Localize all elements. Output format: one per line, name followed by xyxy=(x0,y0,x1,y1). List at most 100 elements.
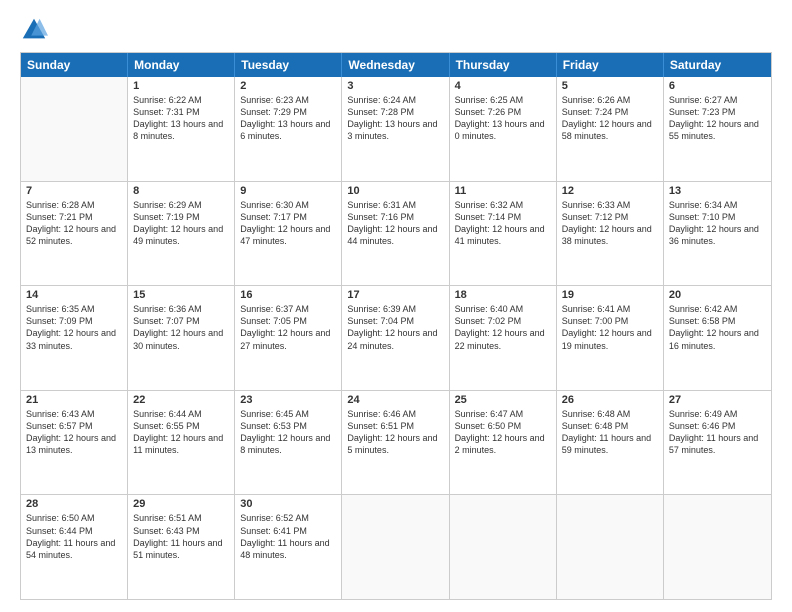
day-number: 11 xyxy=(455,185,551,197)
calendar-day-header: Friday xyxy=(557,53,664,77)
calendar-cell: 26Sunrise: 6:48 AMSunset: 6:48 PMDayligh… xyxy=(557,391,664,495)
day-number: 9 xyxy=(240,185,336,197)
cell-info: Sunrise: 6:36 AMSunset: 7:07 PMDaylight:… xyxy=(133,303,229,352)
cell-info: Sunrise: 6:39 AMSunset: 7:04 PMDaylight:… xyxy=(347,303,443,352)
cell-info: Sunrise: 6:51 AMSunset: 6:43 PMDaylight:… xyxy=(133,512,229,561)
cell-info: Sunrise: 6:25 AMSunset: 7:26 PMDaylight:… xyxy=(455,94,551,143)
calendar-cell: 23 Sunrise: 6:45 AMSunset: 6:53 PMDayligh… xyxy=(235,391,342,495)
day-number: 28 xyxy=(26,498,122,510)
cell-info: Sunrise: 6:50 AMSunset: 6:44 PMDaylight:… xyxy=(26,512,122,561)
calendar-cell xyxy=(450,495,557,599)
calendar-row: 21 Sunrise: 6:43 AMSunset: 6:57 PMDayligh… xyxy=(21,390,771,495)
calendar-row: 7 Sunrise: 6:28 AMSunset: 7:21 PMDaylight… xyxy=(21,181,771,286)
cell-info: Sunrise: 6:34 AMSunset: 7:10 PMDaylight:… xyxy=(669,199,766,248)
cell-info: Sunrise: 6:24 AMSunset: 7:28 PMDaylight:… xyxy=(347,94,443,143)
cell-info: Sunrise: 6:40 AMSunset: 7:02 PMDaylight:… xyxy=(455,303,551,352)
day-number: 1 xyxy=(133,80,229,92)
calendar-cell: 4 Sunrise: 6:25 AMSunset: 7:26 PMDaylight… xyxy=(450,77,557,181)
calendar-cell: 24Sunrise: 6:46 AMSunset: 6:51 PMDayligh… xyxy=(342,391,449,495)
calendar-cell: 15Sunrise: 6:36 AMSunset: 7:07 PMDayligh… xyxy=(128,286,235,390)
day-number: 26 xyxy=(562,394,658,406)
calendar-day-header: Monday xyxy=(128,53,235,77)
day-number: 7 xyxy=(26,185,122,197)
calendar-cell: 14Sunrise: 6:35 AMSunset: 7:09 PMDayligh… xyxy=(21,286,128,390)
day-number: 5 xyxy=(562,80,658,92)
cell-info: Sunrise: 6:28 AMSunset: 7:21 PMDaylight:… xyxy=(26,199,122,248)
day-number: 3 xyxy=(347,80,443,92)
calendar-cell xyxy=(557,495,664,599)
cell-info: Sunrise: 6:27 AMSunset: 7:23 PMDaylight:… xyxy=(669,94,766,143)
calendar-cell: 17 Sunrise: 6:39 AMSunset: 7:04 PMDayligh… xyxy=(342,286,449,390)
calendar-cell: 7 Sunrise: 6:28 AMSunset: 7:21 PMDaylight… xyxy=(21,182,128,286)
day-number: 18 xyxy=(455,289,551,301)
page: SundayMondayTuesdayWednesdayThursdayFrid… xyxy=(0,0,792,612)
cell-info: Sunrise: 6:44 AMSunset: 6:55 PMDaylight:… xyxy=(133,408,229,457)
calendar-cell: 1 Sunrise: 6:22 AMSunset: 7:31 PMDaylight… xyxy=(128,77,235,181)
day-number: 6 xyxy=(669,80,766,92)
calendar-cell: 22 Sunrise: 6:44 AMSunset: 6:55 PMDayligh… xyxy=(128,391,235,495)
calendar-day-header: Wednesday xyxy=(342,53,449,77)
cell-info: Sunrise: 6:52 AMSunset: 6:41 PMDaylight:… xyxy=(240,512,336,561)
cell-info: Sunrise: 6:23 AMSunset: 7:29 PMDaylight:… xyxy=(240,94,336,143)
calendar-cell xyxy=(21,77,128,181)
cell-info: Sunrise: 6:46 AMSunset: 6:51 PMDaylight:… xyxy=(347,408,443,457)
day-number: 16 xyxy=(240,289,336,301)
day-number: 23 xyxy=(240,394,336,406)
calendar-row: 14Sunrise: 6:35 AMSunset: 7:09 PMDayligh… xyxy=(21,285,771,390)
cell-info: Sunrise: 6:49 AMSunset: 6:46 PMDaylight:… xyxy=(669,408,766,457)
cell-info: Sunrise: 6:29 AMSunset: 7:19 PMDaylight:… xyxy=(133,199,229,248)
calendar-day-header: Tuesday xyxy=(235,53,342,77)
calendar-header: SundayMondayTuesdayWednesdayThursdayFrid… xyxy=(21,53,771,77)
day-number: 30 xyxy=(240,498,336,510)
calendar-cell xyxy=(342,495,449,599)
cell-info: Sunrise: 6:22 AMSunset: 7:31 PMDaylight:… xyxy=(133,94,229,143)
calendar-cell: 5 Sunrise: 6:26 AMSunset: 7:24 PMDaylight… xyxy=(557,77,664,181)
calendar-cell: 25 Sunrise: 6:47 AMSunset: 6:50 PMDayligh… xyxy=(450,391,557,495)
day-number: 27 xyxy=(669,394,766,406)
day-number: 29 xyxy=(133,498,229,510)
calendar-cell: 8Sunrise: 6:29 AMSunset: 7:19 PMDaylight… xyxy=(128,182,235,286)
day-number: 21 xyxy=(26,394,122,406)
day-number: 25 xyxy=(455,394,551,406)
logo xyxy=(20,16,52,44)
calendar-cell: 2 Sunrise: 6:23 AMSunset: 7:29 PMDaylight… xyxy=(235,77,342,181)
cell-info: Sunrise: 6:31 AMSunset: 7:16 PMDaylight:… xyxy=(347,199,443,248)
header xyxy=(20,16,772,44)
calendar-cell: 18 Sunrise: 6:40 AMSunset: 7:02 PMDayligh… xyxy=(450,286,557,390)
calendar-cell: 3 Sunrise: 6:24 AMSunset: 7:28 PMDaylight… xyxy=(342,77,449,181)
calendar-cell: 13 Sunrise: 6:34 AMSunset: 7:10 PMDayligh… xyxy=(664,182,771,286)
calendar-cell: 16Sunrise: 6:37 AMSunset: 7:05 PMDayligh… xyxy=(235,286,342,390)
calendar-day-header: Thursday xyxy=(450,53,557,77)
cell-info: Sunrise: 6:42 AMSunset: 6:58 PMDaylight:… xyxy=(669,303,766,352)
day-number: 4 xyxy=(455,80,551,92)
day-number: 19 xyxy=(562,289,658,301)
cell-info: Sunrise: 6:35 AMSunset: 7:09 PMDaylight:… xyxy=(26,303,122,352)
day-number: 20 xyxy=(669,289,766,301)
calendar-cell: 20 Sunrise: 6:42 AMSunset: 6:58 PMDayligh… xyxy=(664,286,771,390)
cell-info: Sunrise: 6:45 AMSunset: 6:53 PMDaylight:… xyxy=(240,408,336,457)
calendar-cell: 28 Sunrise: 6:50 AMSunset: 6:44 PMDayligh… xyxy=(21,495,128,599)
cell-info: Sunrise: 6:30 AMSunset: 7:17 PMDaylight:… xyxy=(240,199,336,248)
logo-icon xyxy=(20,16,48,44)
calendar-cell: 21 Sunrise: 6:43 AMSunset: 6:57 PMDayligh… xyxy=(21,391,128,495)
calendar-cell: 30 Sunrise: 6:52 AMSunset: 6:41 PMDayligh… xyxy=(235,495,342,599)
day-number: 17 xyxy=(347,289,443,301)
cell-info: Sunrise: 6:41 AMSunset: 7:00 PMDaylight:… xyxy=(562,303,658,352)
calendar: SundayMondayTuesdayWednesdayThursdayFrid… xyxy=(20,52,772,600)
calendar-day-header: Sunday xyxy=(21,53,128,77)
day-number: 12 xyxy=(562,185,658,197)
calendar-day-header: Saturday xyxy=(664,53,771,77)
cell-info: Sunrise: 6:33 AMSunset: 7:12 PMDaylight:… xyxy=(562,199,658,248)
calendar-cell: 19 Sunrise: 6:41 AMSunset: 7:00 PMDayligh… xyxy=(557,286,664,390)
day-number: 13 xyxy=(669,185,766,197)
calendar-row: 1 Sunrise: 6:22 AMSunset: 7:31 PMDaylight… xyxy=(21,77,771,181)
day-number: 22 xyxy=(133,394,229,406)
cell-info: Sunrise: 6:26 AMSunset: 7:24 PMDaylight:… xyxy=(562,94,658,143)
cell-info: Sunrise: 6:43 AMSunset: 6:57 PMDaylight:… xyxy=(26,408,122,457)
cell-info: Sunrise: 6:47 AMSunset: 6:50 PMDaylight:… xyxy=(455,408,551,457)
calendar-cell: 27 Sunrise: 6:49 AMSunset: 6:46 PMDayligh… xyxy=(664,391,771,495)
calendar-cell: 6 Sunrise: 6:27 AMSunset: 7:23 PMDaylight… xyxy=(664,77,771,181)
calendar-row: 28 Sunrise: 6:50 AMSunset: 6:44 PMDayligh… xyxy=(21,494,771,599)
calendar-cell: 10Sunrise: 6:31 AMSunset: 7:16 PMDayligh… xyxy=(342,182,449,286)
day-number: 2 xyxy=(240,80,336,92)
